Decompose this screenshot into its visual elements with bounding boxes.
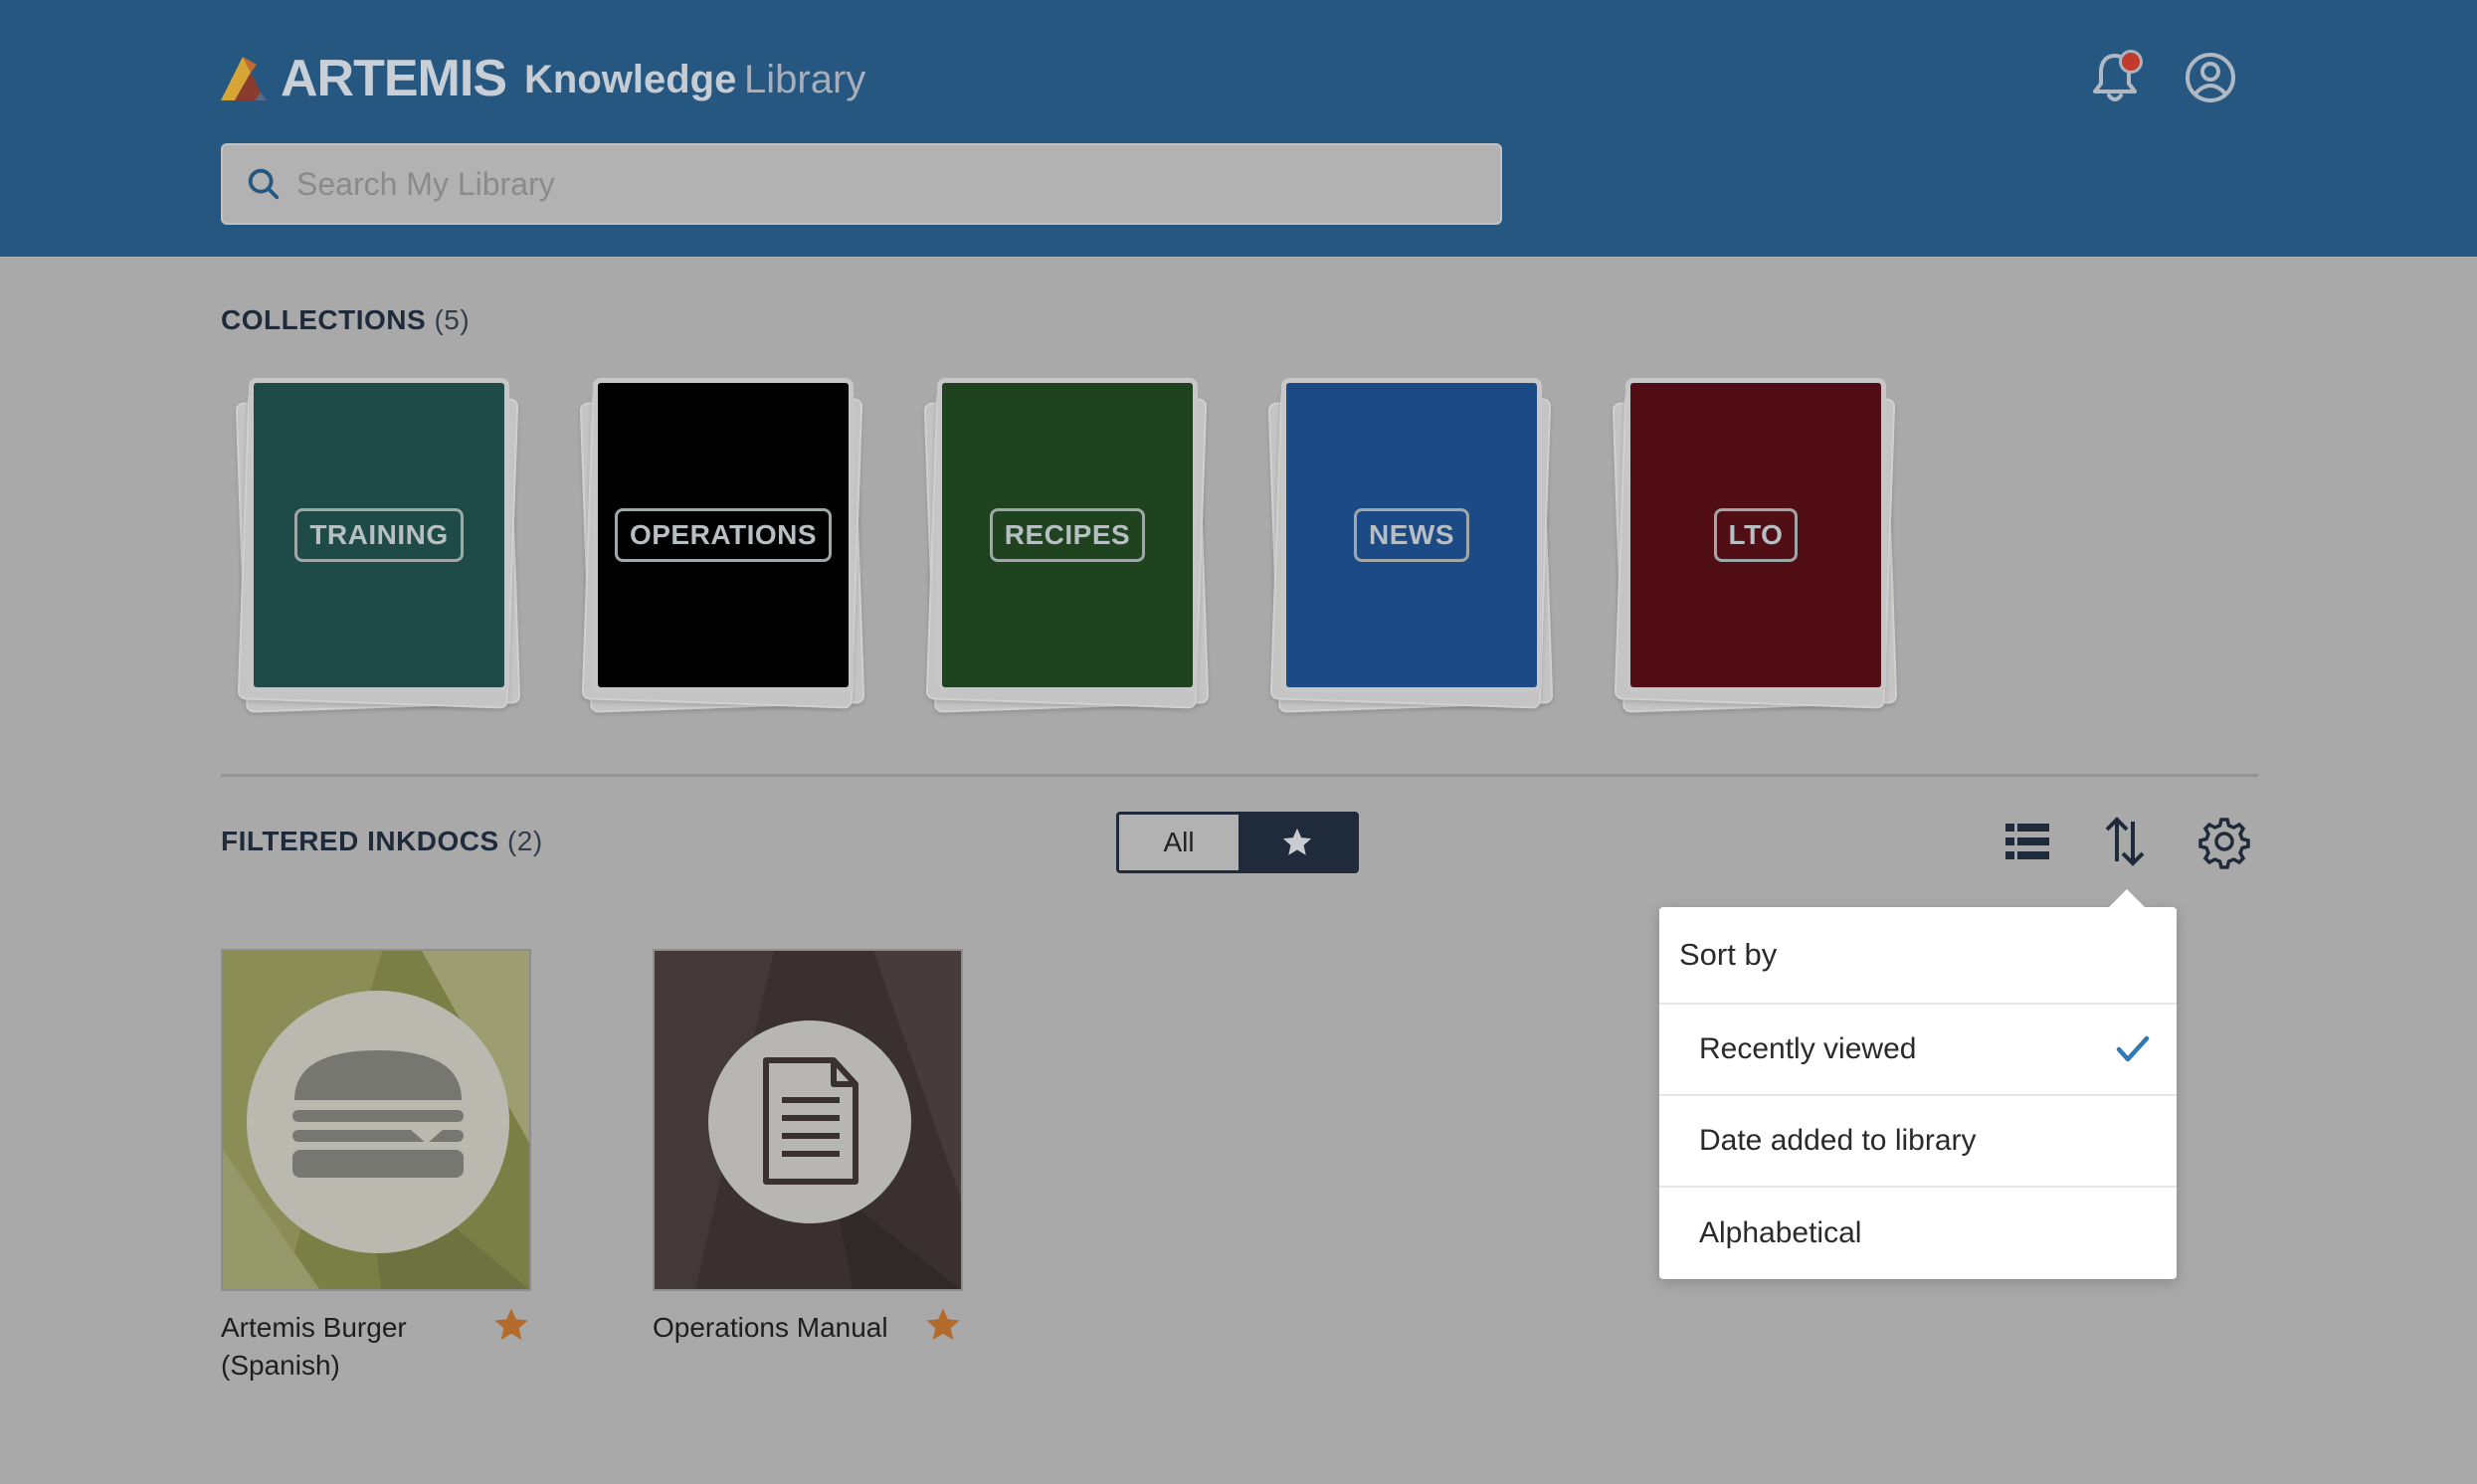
inkdocs-title: FILTERED INKDOCS bbox=[221, 826, 499, 856]
inkdocs-heading: FILTERED INKDOCS (2) bbox=[221, 826, 543, 857]
inkdoc-card-operations-manual[interactable]: Operations Manual bbox=[653, 949, 963, 1347]
burger-icon bbox=[292, 1050, 464, 1178]
section-divider bbox=[221, 774, 2258, 777]
notification-badge bbox=[2119, 50, 2143, 74]
collection-news[interactable]: NEWS bbox=[1263, 378, 1554, 716]
sort-option-label: Recently viewed bbox=[1699, 1032, 1917, 1065]
collection-recipes[interactable]: RECIPES bbox=[919, 378, 1210, 716]
filter-all-button[interactable]: All bbox=[1119, 815, 1238, 870]
app-header: ARTEMIS Knowledge Library bbox=[0, 0, 2477, 257]
user-icon[interactable] bbox=[2181, 48, 2240, 107]
inkdoc-thumbnail bbox=[653, 949, 963, 1291]
list-view-icon[interactable] bbox=[1998, 812, 2057, 871]
collection-training[interactable]: TRAINING bbox=[231, 378, 521, 716]
collection-cover: LTO bbox=[1625, 378, 1886, 692]
collection-cover: RECIPES bbox=[937, 378, 1198, 692]
search-icon bbox=[248, 168, 280, 200]
collections-count: (5) bbox=[434, 304, 471, 335]
collections-title: COLLECTIONS bbox=[221, 304, 427, 335]
checkmark-icon bbox=[2116, 1035, 2150, 1062]
favorite-star-icon[interactable] bbox=[491, 1305, 531, 1345]
sort-icon[interactable] bbox=[2095, 812, 2155, 871]
sort-option-date-added[interactable]: Date added to library bbox=[1659, 1096, 2177, 1188]
search-input[interactable] bbox=[296, 154, 1470, 214]
artemis-logo[interactable]: ARTEMIS bbox=[221, 50, 507, 107]
inkdocs-count: (2) bbox=[506, 826, 543, 856]
collection-lto[interactable]: LTO bbox=[1608, 378, 1898, 716]
search-bar[interactable] bbox=[221, 143, 1502, 225]
sort-option-label: Date added to library bbox=[1699, 1124, 1977, 1157]
inkdoc-title: Artemis Burger (Spanish) bbox=[221, 1312, 407, 1381]
favorites-filter-toggle: All bbox=[1116, 812, 1359, 873]
collections-heading: COLLECTIONS (5) bbox=[221, 304, 470, 336]
sort-option-recently-viewed[interactable]: Recently viewed bbox=[1659, 1005, 2177, 1096]
brand-name: ARTEMIS bbox=[281, 50, 507, 107]
sort-heading: Sort by bbox=[1659, 907, 2177, 1005]
sort-dropdown: Sort by Recently viewed Date added to li… bbox=[1659, 889, 2177, 1279]
settings-icon[interactable] bbox=[2194, 812, 2254, 871]
star-icon bbox=[1282, 828, 1312, 855]
product-section: Library bbox=[744, 58, 866, 101]
collection-label: NEWS bbox=[1354, 508, 1469, 562]
collection-label: RECIPES bbox=[989, 508, 1146, 562]
collection-label: LTO bbox=[1713, 508, 1799, 562]
sort-option-label: Alphabetical bbox=[1699, 1216, 1862, 1249]
product-name: Knowledge bbox=[524, 58, 737, 101]
inkdoc-thumbnail bbox=[221, 949, 531, 1291]
inkdoc-title: Operations Manual bbox=[653, 1312, 888, 1343]
collection-cover: TRAINING bbox=[249, 378, 509, 692]
favorite-star-icon[interactable] bbox=[923, 1305, 963, 1345]
collection-cover: NEWS bbox=[1281, 378, 1542, 692]
collection-label: TRAINING bbox=[294, 508, 464, 562]
artemis-logo-icon bbox=[221, 57, 267, 100]
inkdoc-card-artemis-burger[interactable]: Artemis Burger (Spanish) bbox=[221, 949, 531, 1385]
collection-label: OPERATIONS bbox=[614, 508, 833, 562]
filter-starred-button[interactable] bbox=[1238, 815, 1356, 870]
collection-operations[interactable]: OPERATIONS bbox=[575, 378, 865, 716]
sort-option-alphabetical[interactable]: Alphabetical bbox=[1659, 1188, 2177, 1279]
collection-cover: OPERATIONS bbox=[593, 378, 854, 692]
